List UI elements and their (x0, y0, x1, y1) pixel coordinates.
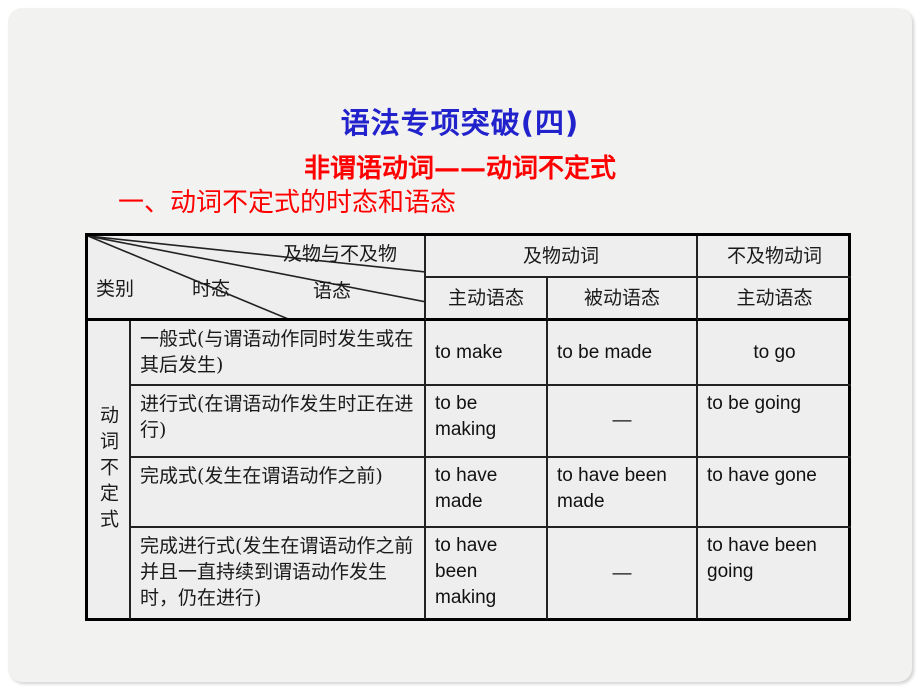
row-form-1: 进行式(在谓语动作发生时正在进行) (131, 386, 426, 458)
row-transitive-passive-2: to have been made (548, 458, 698, 528)
row-transitive-active-1: to be making (426, 386, 548, 458)
corner-axis-top: 及物与不及物 (283, 243, 398, 265)
slide-canvas: 语法专项突破(四) 非谓语动词——动词不定式 一、动词不定式的时态和语态 及物与… (8, 8, 912, 682)
row-group-label: 动词不定式 (97, 405, 119, 535)
section-heading: 一、动词不定式的时态和语态 (118, 188, 457, 218)
page-title: 语法专项突破(四) (340, 106, 580, 140)
header-voice-active-intransitive: 主动语态 (698, 278, 851, 321)
table-corner-cell: 及物与不及物 类别 时态 语态 (88, 236, 426, 321)
row-transitive-active-2: to have made (426, 458, 548, 528)
row-intransitive-active-2: to have gone (698, 458, 851, 528)
row-transitive-passive-0: to be made (548, 321, 698, 386)
page-subtitle: 非谓语动词——动词不定式 (303, 154, 616, 184)
header-group-transitive: 及物动词 (426, 236, 698, 278)
row-form-0: 一般式(与谓语动作同时发生或在其后发生) (131, 321, 426, 386)
row-transitive-active-3: to have been making (426, 528, 548, 619)
row-intransitive-active-1: to be going (698, 386, 851, 458)
row-intransitive-active-3: to have been going (707, 535, 817, 582)
row-form-3: 完成进行式(发生在谓语动作之前并且一直持续到谓语动作发生时，仍在进行) (131, 528, 426, 619)
row-form-2: 完成式(发生在谓语动作之前) (131, 458, 426, 528)
row-transitive-active-0: to make (426, 321, 548, 386)
header-voice-passive-transitive: 被动语态 (548, 278, 698, 321)
corner-axis-left: 类别 (96, 278, 135, 300)
row-group-label-cell: 动词不定式 (88, 321, 131, 619)
row-transitive-passive-3: — (548, 528, 698, 619)
corner-axis-mid: 时态 (192, 278, 231, 300)
header-voice-active-transitive: 主动语态 (426, 278, 548, 321)
corner-axis-right: 语态 (313, 280, 352, 302)
grammar-table: 及物与不及物 类别 时态 语态 及物动词 不及物动词 主动语态 被动语态 主动语… (85, 233, 851, 621)
header-group-intransitive: 不及物动词 (698, 236, 851, 278)
row-transitive-passive-1: — (548, 386, 698, 458)
row-intransitive-active-0: to go (698, 321, 851, 386)
